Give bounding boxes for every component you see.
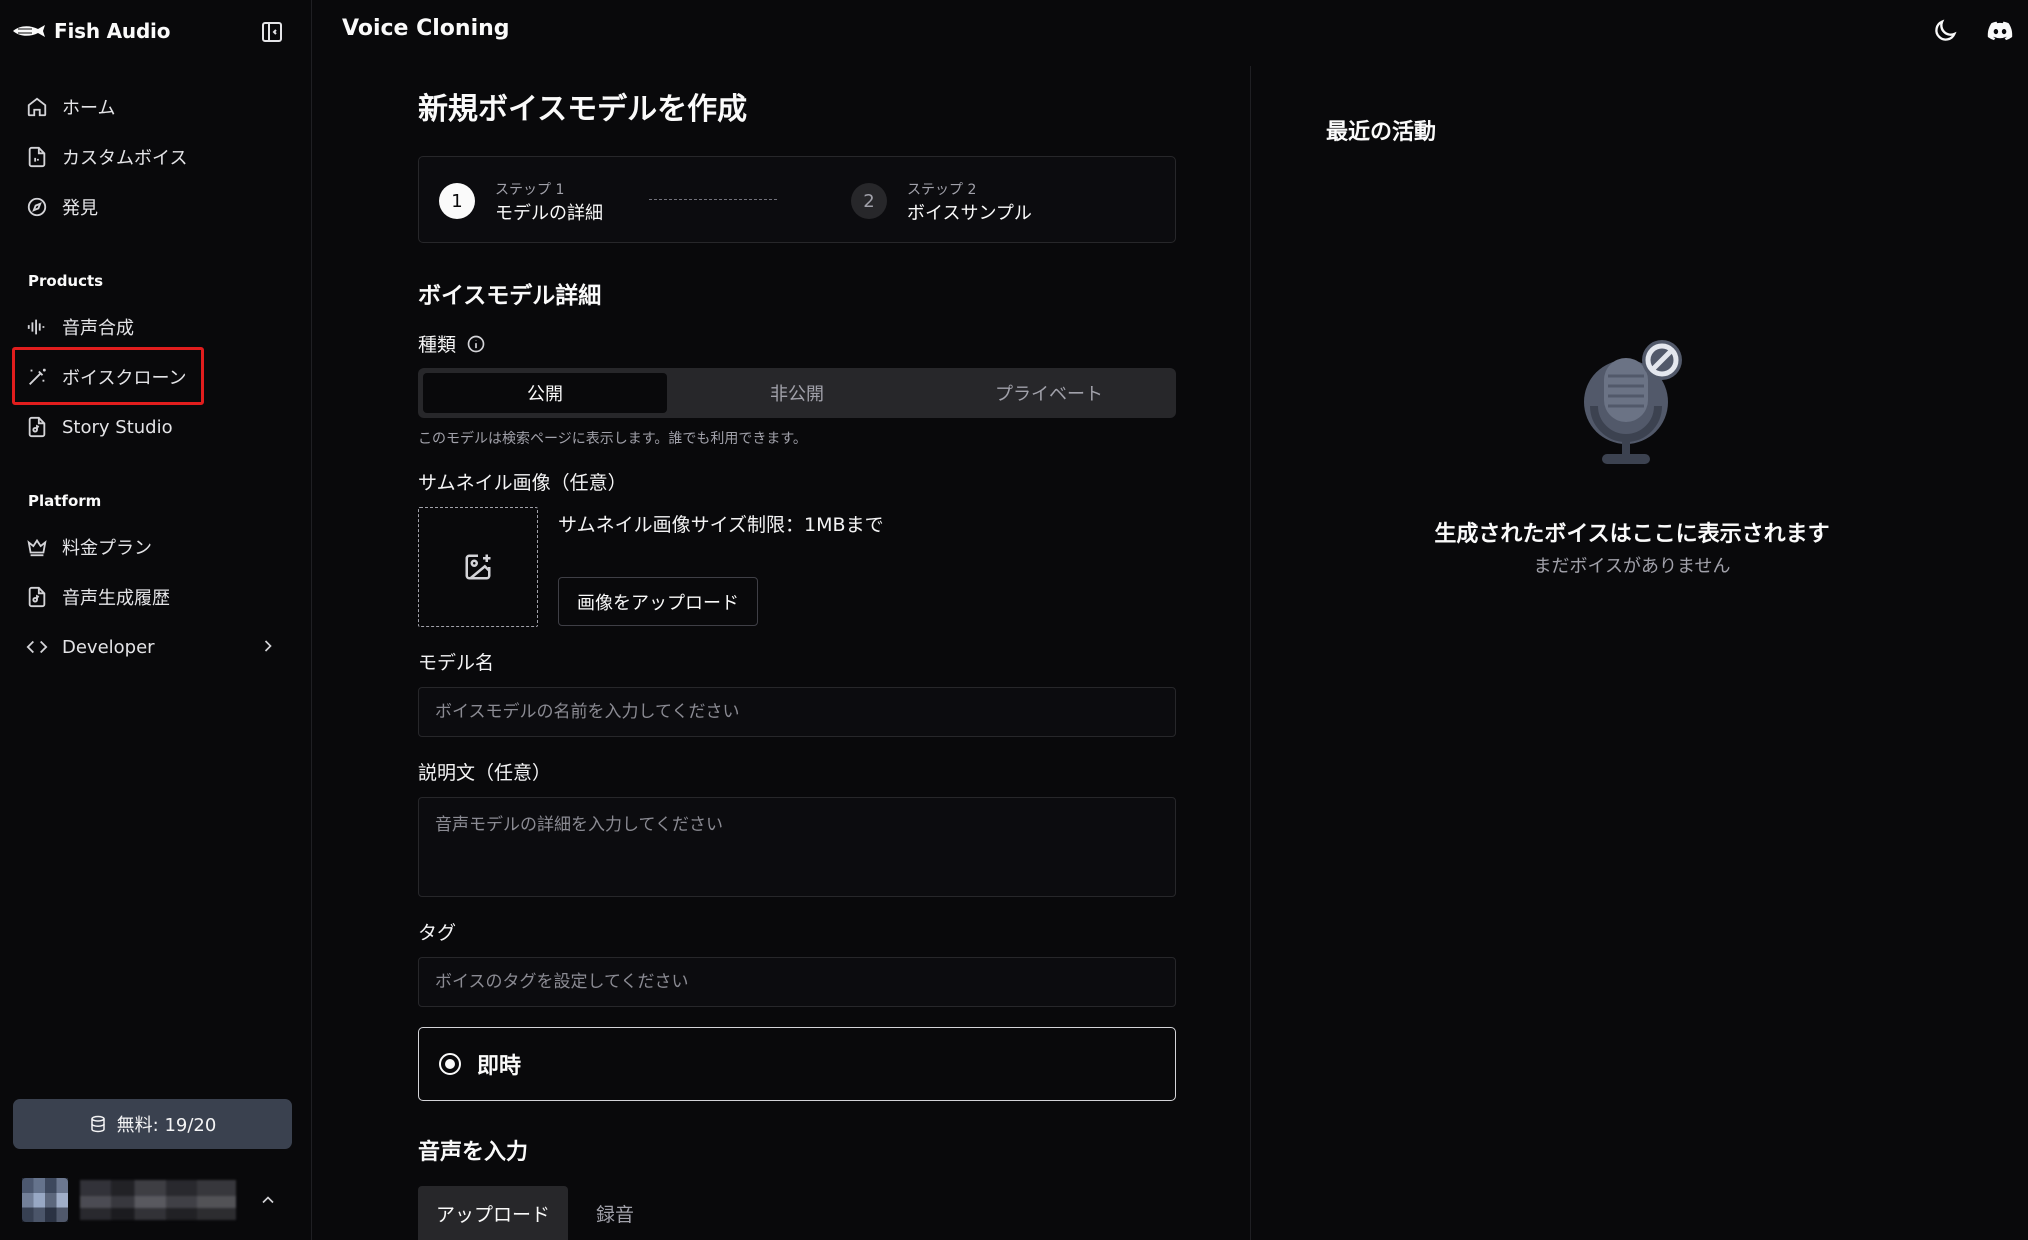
products-section-label: Products — [28, 272, 104, 290]
audio-input-tabs: アップロード 録音 — [418, 1186, 718, 1240]
visibility-option-unlisted[interactable]: 非公開 — [675, 373, 919, 413]
sidebar-item-label: 音声生成履歴 — [62, 588, 170, 609]
book-audio-icon — [28, 416, 46, 438]
fish-logo-icon — [13, 25, 45, 37]
sidebar-item-custom-voice[interactable]: カスタムボイス — [26, 137, 187, 177]
sidebar-item-history[interactable]: 音声生成履歴 — [26, 577, 170, 617]
sidebar-item-discover[interactable]: 発見 — [26, 187, 98, 227]
tab-record[interactable]: 録音 — [578, 1186, 652, 1240]
brand-name: Fish Audio — [54, 19, 171, 43]
mode-option-instant[interactable]: 即時 — [418, 1027, 1176, 1101]
thumbnail-dropzone[interactable] — [418, 507, 538, 627]
radio-selected-indicator — [439, 1053, 461, 1075]
app-root: Fish Audio ホーム カスタムボイス 発見 Products 音声合成 … — [0, 0, 2028, 1240]
step-1-label: モデルの詳細 — [495, 203, 603, 224]
visibility-option-public[interactable]: 公開 — [423, 373, 667, 413]
tab-upload[interactable]: アップロード — [418, 1186, 568, 1240]
visibility-label: 種類 — [418, 334, 457, 356]
sidebar-item-label: カスタムボイス — [62, 148, 188, 169]
step-2-circle: 2 — [851, 183, 887, 219]
mic-off-icon — [1584, 340, 1682, 464]
sidebar: Fish Audio ホーム カスタムボイス 発見 Products 音声合成 … — [0, 0, 312, 1240]
avatar — [22, 1178, 68, 1222]
recent-activity-title: 最近の活動 — [1326, 120, 1437, 145]
username-redacted — [80, 1180, 236, 1220]
chevron-right-icon[interactable] — [258, 636, 278, 656]
tags-input[interactable] — [418, 957, 1176, 1007]
chevron-up-icon — [262, 1196, 274, 1204]
audio-lines-icon — [27, 319, 45, 335]
audio-input-heading: 音声を入力 — [418, 1140, 529, 1165]
empty-state-subtitle: まだボイスがありません — [1533, 556, 1731, 577]
sidebar-item-story-studio[interactable]: Story Studio — [26, 407, 173, 447]
image-plus-icon — [465, 554, 491, 580]
sidebar-item-home[interactable]: ホーム — [26, 87, 115, 127]
code-icon — [26, 640, 48, 654]
sidebar-item-label: ホーム — [62, 98, 116, 119]
active-item-highlight — [12, 347, 204, 405]
home-icon — [27, 97, 47, 117]
info-icon[interactable] — [466, 334, 486, 354]
visibility-segmented-control: 公開 非公開 プライベート — [418, 368, 1176, 418]
user-menu[interactable] — [22, 1176, 292, 1224]
model-name-label: モデル名 — [418, 652, 495, 674]
mode-option-label: 即時 — [477, 1054, 522, 1079]
main-form: 新規ボイスモデルを作成 1 ステップ 1 モデルの詳細 2 ステップ 2 ボイス… — [418, 0, 1176, 1240]
step-connector — [649, 199, 777, 200]
sidebar-item-label: 音声合成 — [62, 318, 134, 339]
sidebar-item-label: 発見 — [62, 198, 98, 219]
discord-icon[interactable] — [1986, 17, 2014, 45]
database-icon — [90, 1115, 105, 1133]
sidebar-item-tts[interactable]: 音声合成 — [26, 307, 134, 347]
compass-icon — [27, 197, 47, 217]
visibility-label-row: 種類 — [418, 330, 486, 357]
visibility-hint: このモデルは検索ページに表示します。誰でも利用できます。 — [418, 431, 807, 447]
thumbnail-size-limit: サムネイル画像サイズ制限：1MBまで — [558, 514, 884, 536]
visibility-option-private[interactable]: プライベート — [927, 373, 1171, 413]
sidebar-collapse-button[interactable] — [258, 18, 286, 46]
platform-section-label: Platform — [28, 492, 102, 510]
step-1-circle: 1 — [439, 183, 475, 219]
history-icon — [28, 586, 46, 608]
sidebar-item-pricing[interactable]: 料金プラン — [26, 527, 152, 567]
credit-button[interactable]: 無料: 19/20 — [13, 1099, 292, 1149]
stepper: 1 ステップ 1 モデルの詳細 2 ステップ 2 ボイスサンプル — [418, 156, 1176, 243]
description-textarea[interactable] — [418, 797, 1176, 897]
sidebar-item-label: Developer — [62, 636, 155, 658]
step-2-label: ボイスサンプル — [907, 203, 1032, 224]
brand[interactable]: Fish Audio — [12, 14, 170, 48]
tags-label: タグ — [418, 922, 457, 944]
sidebar-item-developer[interactable]: Developer — [26, 627, 155, 667]
sidebar-item-label: Story Studio — [62, 416, 173, 438]
sidebar-item-label: 料金プラン — [62, 538, 152, 559]
empty-state-title: 生成されたボイスはここに表示されます — [1434, 522, 1830, 547]
step-2-caption: ステップ 2 — [907, 182, 977, 198]
upload-image-button[interactable]: 画像をアップロード — [558, 577, 758, 626]
panel-left-icon — [262, 22, 282, 42]
panel-divider — [1250, 66, 1251, 1240]
details-heading: ボイスモデル詳細 — [418, 283, 602, 309]
credit-label: 無料: 19/20 — [116, 1115, 217, 1136]
thumbnail-label: サムネイル画像（任意） — [418, 472, 627, 494]
description-label: 説明文（任意） — [418, 762, 552, 784]
form-title: 新規ボイスモデルを作成 — [418, 92, 748, 127]
step-1-caption: ステップ 1 — [495, 182, 565, 198]
file-audio-icon — [28, 146, 46, 168]
crown-icon — [27, 538, 47, 557]
moon-icon[interactable] — [1931, 17, 1959, 45]
model-name-input[interactable] — [418, 687, 1176, 737]
